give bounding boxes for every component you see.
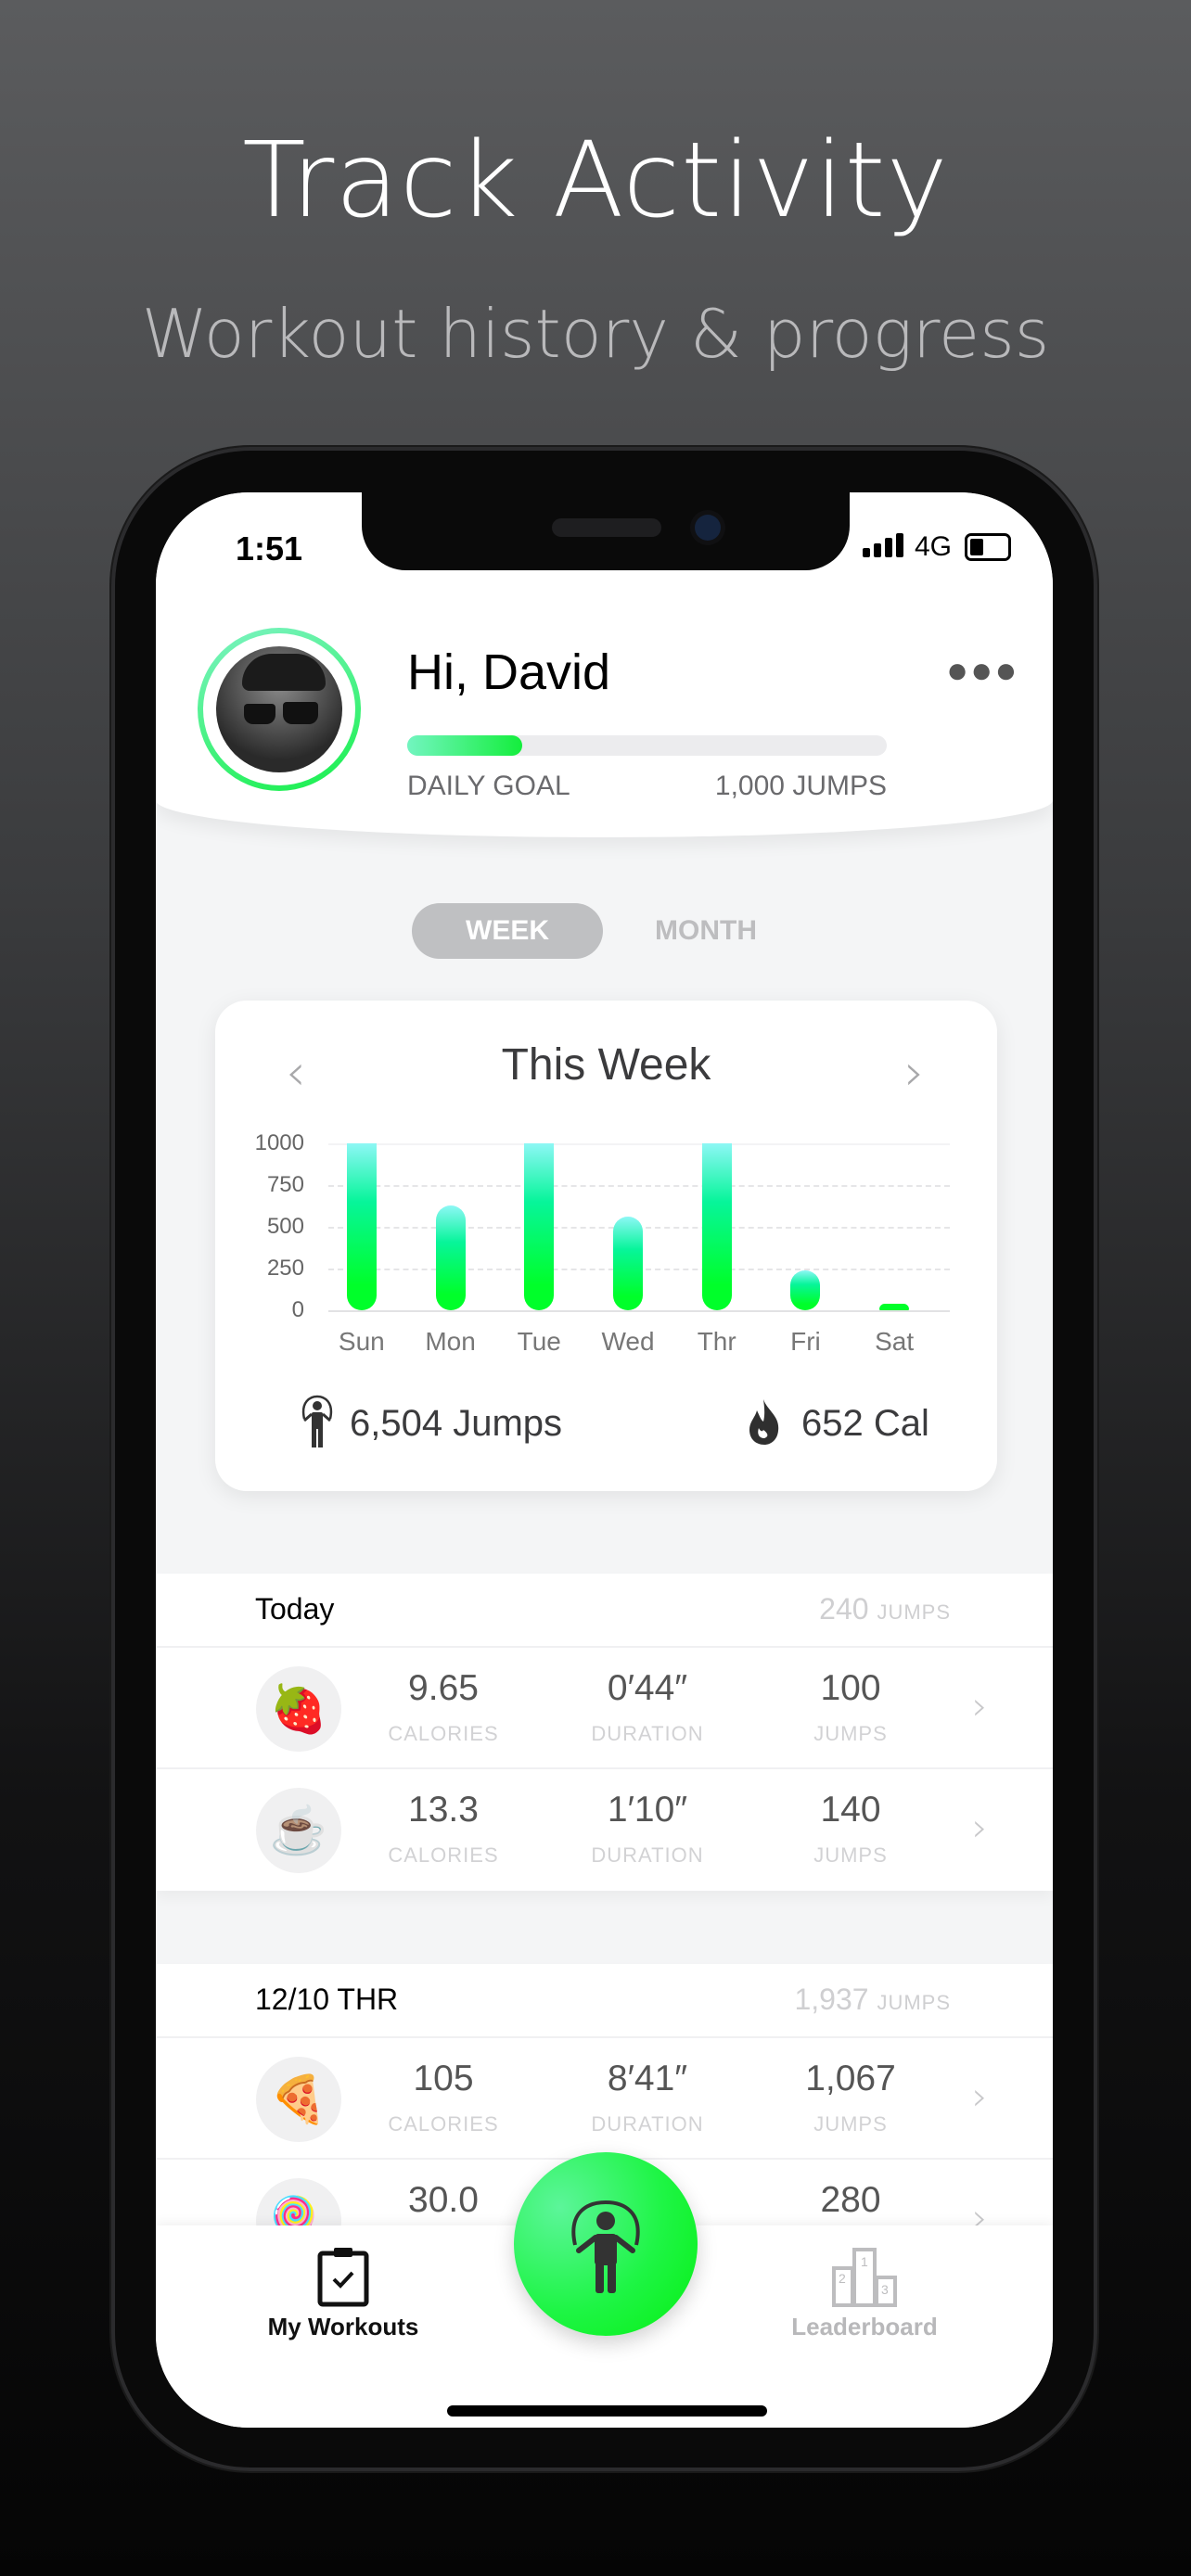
status-time: 1:51 (236, 529, 303, 567)
calories-value: 13.3 (408, 1790, 479, 1830)
jumps-value: 1,067 (805, 2059, 896, 2098)
tab-leaderboard[interactable]: 213 Leaderboard (744, 2225, 985, 2365)
x-tick-label: Tue (517, 1327, 561, 1356)
jump-rope-icon (571, 2200, 640, 2293)
chevron-right-icon: › (972, 2073, 988, 2119)
network-type: 4G (915, 531, 953, 562)
tab-label: Leaderboard (791, 2313, 938, 2340)
jumps-value: 100 (820, 1668, 881, 1708)
tab-week[interactable]: WEEK (412, 903, 603, 959)
y-tick-label: 500 (266, 1214, 304, 1239)
duration-label: DURATION (591, 2112, 704, 2136)
notch (362, 492, 850, 570)
daily-goal-label: DAILY GOAL (407, 771, 570, 801)
calories-value: 105 (413, 2059, 474, 2098)
avatar[interactable] (198, 628, 361, 791)
duration-label: DURATION (591, 1722, 704, 1745)
calories-label: CALORIES (388, 2112, 499, 2136)
podium-icon: 213 (832, 2248, 897, 2307)
calories-value: 9.65 (408, 1668, 479, 1708)
start-workout-button[interactable] (514, 2152, 698, 2336)
gridline (328, 1310, 950, 1312)
calories-label: CALORIES (388, 1843, 499, 1867)
svg-text:3: 3 (881, 2282, 889, 2297)
tab-label: My Workouts (267, 2313, 419, 2340)
workout-emoji-icon: 🍓 (256, 1666, 341, 1752)
jumps-value: 280 (820, 2180, 881, 2220)
calories-value: 30.0 (408, 2180, 479, 2220)
workout-row[interactable]: 🍕 105 CALORIES 8′41″ DURATION 1,067 JUMPS › (156, 2038, 1053, 2160)
x-tick-label: Thr (697, 1327, 736, 1356)
flame-icon (749, 1399, 779, 1445)
jumps-label: JUMPS (813, 1843, 888, 1867)
y-tick-label: 250 (266, 1256, 304, 1281)
chevron-right-icon: › (972, 1683, 988, 1728)
workout-emoji-icon: ☕ (256, 1788, 341, 1873)
jumps-label: JUMPS (813, 2112, 888, 2136)
greeting: Hi, David (407, 644, 611, 700)
jumps-label: JUMPS (813, 1722, 888, 1745)
bar-fri (790, 1269, 821, 1310)
jumps-value: 140 (820, 1790, 881, 1830)
duration-value: 8′41″ (607, 2059, 688, 2098)
weekly-summary-card: This Week ‹ › 0 250 500 750 1000 Sun Mon Tue Wed… (215, 1001, 997, 1491)
tab-my-workouts[interactable]: My Workouts (223, 2225, 464, 2365)
section-total: 240 JUMPS (819, 1592, 951, 1626)
y-tick-label: 0 (291, 1297, 304, 1322)
home-indicator (447, 2405, 767, 2417)
total-calories: 652 Cal (801, 1403, 929, 1444)
daily-goal-progress (407, 735, 887, 756)
chevron-right-icon: › (972, 1804, 988, 1850)
svg-text:1: 1 (861, 2254, 868, 2269)
x-tick-label: Mon (425, 1327, 476, 1356)
bar-wed (613, 1217, 643, 1310)
bar-thr (701, 1143, 732, 1310)
signal-icon (863, 533, 903, 557)
more-horizontal-icon[interactable]: ●●● (946, 650, 1018, 692)
workout-emoji-icon: 🍕 (256, 2057, 341, 2142)
svg-text:2: 2 (839, 2271, 846, 2286)
gridline (328, 1185, 950, 1187)
hero-subtitle: Workout history & progress (141, 295, 1050, 373)
x-tick-label: Sat (875, 1327, 915, 1356)
section-total: 1,937 JUMPS (794, 1983, 951, 2016)
daily-goal-value: 1,000 JUMPS (714, 771, 887, 801)
total-jumps: 6,504 Jumps (350, 1403, 563, 1444)
clipboard-check-icon (317, 2248, 369, 2307)
app-screen: 1:51 4G Hi, David ●●● DAILY GOAL 1,000 J… (156, 492, 1053, 2428)
hero-title: Track Activity (242, 121, 949, 241)
x-tick-label: Wed (601, 1327, 655, 1356)
y-tick-label: 750 (266, 1172, 304, 1197)
bar-sun (346, 1143, 377, 1310)
duration-value: 1′10″ (607, 1790, 688, 1830)
avatar-photo (216, 646, 342, 772)
section-title: 12/10 THR (255, 1983, 399, 2016)
x-tick-label: Fri (790, 1327, 821, 1356)
workout-row[interactable]: 🍓 9.65 CALORIES 0′44″ DURATION 100 JUMPS › (156, 1648, 1053, 1769)
jump-rope-icon (301, 1395, 333, 1447)
bar-sat (879, 1303, 910, 1310)
duration-label: DURATION (591, 1843, 704, 1867)
daily-goal-progress-fill (407, 735, 523, 756)
bar-mon (435, 1205, 466, 1310)
workout-day-section: Today 240 JUMPS 🍓 9.65 CALORIES 0′44″ DURA… (156, 1574, 1053, 1891)
section-title: Today (255, 1592, 335, 1626)
y-tick-label: 1000 (254, 1130, 304, 1155)
gridline (328, 1143, 950, 1145)
x-tick-label: Sun (338, 1327, 385, 1356)
duration-value: 0′44″ (607, 1668, 688, 1708)
battery-icon (965, 533, 1011, 561)
calories-label: CALORIES (388, 1722, 499, 1745)
workout-row[interactable]: ☕ 13.3 CALORIES 1′10″ DURATION 140 JUMPS › (156, 1769, 1053, 1891)
tab-month[interactable]: MONTH (638, 903, 774, 959)
bar-tue (524, 1143, 555, 1310)
